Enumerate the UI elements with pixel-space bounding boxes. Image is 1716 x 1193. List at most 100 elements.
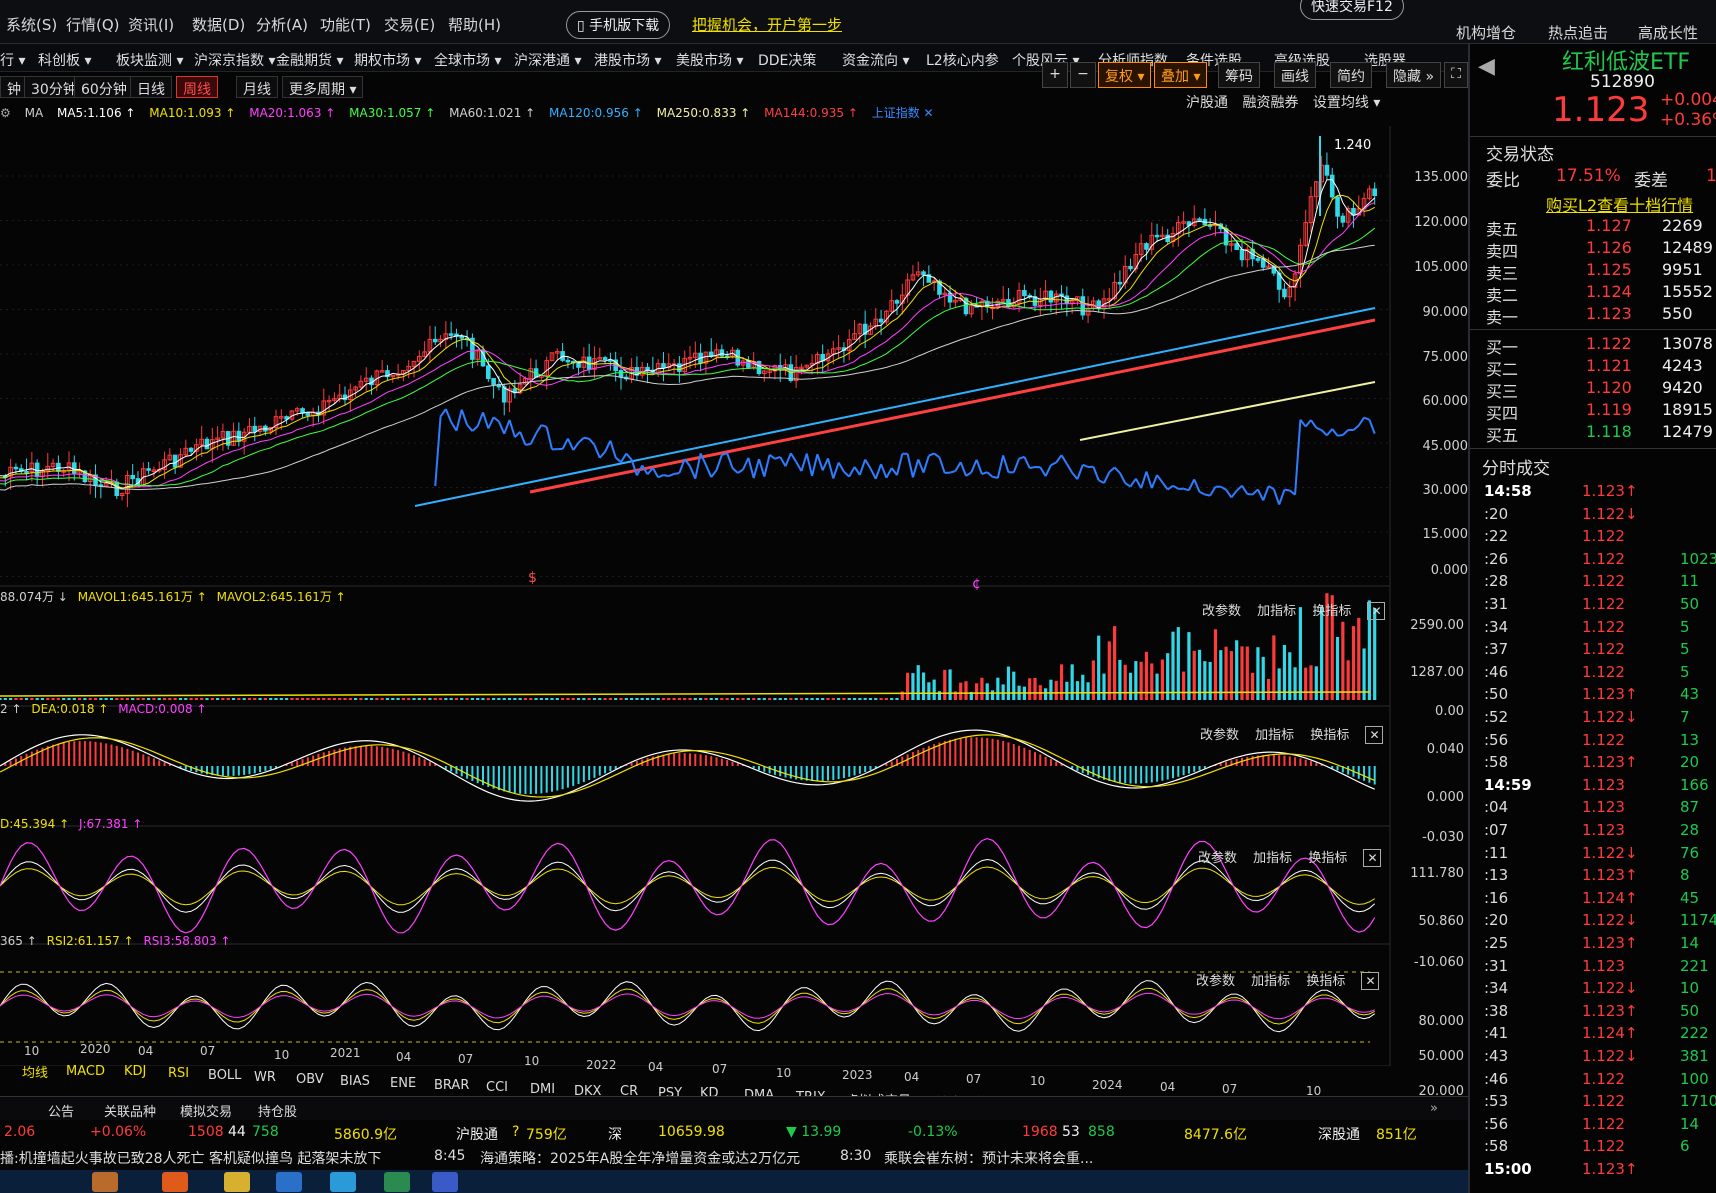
- event-marker-dollar[interactable]: $: [528, 570, 537, 586]
- app-icon[interactable]: [432, 1172, 458, 1192]
- nav-item-sector-monitor[interactable]: 板块监测 ▾: [116, 50, 183, 70]
- event-marker-cent[interactable]: ¢: [972, 576, 981, 592]
- menu-analysis[interactable]: 分析(A): [256, 14, 308, 35]
- collapse-arrow-icon[interactable]: ◀: [1478, 54, 1495, 79]
- quick-trade-button[interactable]: 快速交易F12: [1300, 0, 1404, 20]
- indicator-tab-6[interactable]: OBV: [296, 1072, 324, 1087]
- nav-item-l2[interactable]: L2核心内参: [926, 50, 999, 70]
- edit-params-button[interactable]: 改参数: [1196, 974, 1235, 989]
- nav-item-options[interactable]: 期权市场 ▾: [354, 50, 421, 70]
- app-icon[interactable]: [384, 1172, 410, 1192]
- bid-row[interactable]: 买三 1.120 9420: [1486, 378, 1716, 401]
- fuquan-dropdown[interactable]: 复权 ▾: [1098, 62, 1152, 88]
- add-indicator-button[interactable]: 加指标: [1253, 851, 1292, 866]
- browser-icon[interactable]: [162, 1172, 188, 1192]
- edit-params-button[interactable]: 改参数: [1202, 604, 1241, 619]
- nav-item-hk[interactable]: 港股市场 ▾: [594, 50, 661, 70]
- ask-row[interactable]: 卖四 1.126 12489: [1486, 238, 1716, 261]
- bid-row[interactable]: 买五 1.118 12479: [1486, 422, 1716, 445]
- edit-params-button[interactable]: 改参数: [1198, 851, 1237, 866]
- zoom-out-button[interactable]: −: [1070, 62, 1096, 88]
- app-icon[interactable]: [276, 1172, 302, 1192]
- nav-item-connect[interactable]: 沪深港通 ▾: [514, 50, 581, 70]
- promo-link[interactable]: 把握机会，开户第一步: [692, 14, 842, 35]
- indicator-tab-0[interactable]: 均线: [22, 1062, 48, 1081]
- period-60min[interactable]: 60分钟: [74, 76, 134, 98]
- tab-announcement[interactable]: 公告: [48, 1101, 74, 1120]
- nav-item-us[interactable]: 美股市场 ▾: [676, 50, 743, 70]
- expand-icon[interactable]: »: [1430, 1101, 1438, 1116]
- hgt-link[interactable]: 沪股通: [1186, 95, 1228, 111]
- nav-item-0[interactable]: 行 ▾: [0, 50, 25, 70]
- bid-row[interactable]: 买一 1.122 13078: [1486, 334, 1716, 357]
- indicator-tab-8[interactable]: ENE: [390, 1076, 416, 1091]
- bid-row[interactable]: 买二 1.121 4243: [1486, 356, 1716, 379]
- indicator-tab-7[interactable]: BIAS: [340, 1074, 370, 1089]
- menu-trade[interactable]: 交易(E): [384, 14, 435, 35]
- nav-item-global[interactable]: 全球市场 ▾: [434, 50, 501, 70]
- ask-row[interactable]: 卖五 1.127 2269: [1486, 216, 1716, 239]
- help-icon[interactable]: ?: [512, 1124, 519, 1140]
- indicator-tab-3[interactable]: RSI: [168, 1066, 189, 1081]
- settings-gear-icon[interactable]: ⚙: [0, 106, 11, 120]
- indicator-tab-2[interactable]: KDJ: [124, 1064, 146, 1079]
- ask-row[interactable]: 卖三 1.125 9951: [1486, 260, 1716, 283]
- mobile-download-button[interactable]: ▯ 手机版下载: [566, 11, 671, 39]
- nav-item-futures[interactable]: 金融期货 ▾: [276, 50, 343, 70]
- ticker-news-1[interactable]: 播:机撞墙起火事故已致28人死亡 客机疑似撞鸟 起落架未放下: [0, 1148, 381, 1168]
- menu-system[interactable]: 系统(S): [6, 14, 57, 35]
- indicator-tab-9[interactable]: BRAR: [434, 1078, 469, 1093]
- tab-related[interactable]: 关联品种: [104, 1101, 156, 1120]
- ticker-news-2[interactable]: 海通策略：2025年A股全年净增量资金或达2万亿元: [480, 1148, 800, 1168]
- switch-indicator-button[interactable]: 换指标: [1308, 851, 1347, 866]
- edit-params-button[interactable]: 改参数: [1200, 728, 1239, 743]
- app-icon[interactable]: [330, 1172, 356, 1192]
- hide-button[interactable]: 隐藏 »: [1386, 62, 1442, 88]
- menu-data[interactable]: 数据(D): [192, 14, 245, 35]
- chip-button[interactable]: 筹码: [1218, 62, 1260, 88]
- margin-link[interactable]: 融资融券: [1242, 95, 1298, 111]
- app-icon[interactable]: [92, 1172, 118, 1192]
- close-icon[interactable]: ✕: [1363, 849, 1382, 867]
- menu-news[interactable]: 资讯(I): [128, 14, 174, 35]
- overlay-dropdown[interactable]: 叠加 ▾: [1154, 62, 1208, 88]
- period-monthly[interactable]: 月线: [236, 76, 278, 98]
- menu-hotspot[interactable]: 热点追击: [1548, 22, 1608, 43]
- menu-inst-increase[interactable]: 机构增仓: [1456, 22, 1516, 43]
- menu-quotes[interactable]: 行情(Q): [66, 14, 120, 35]
- switch-indicator-button[interactable]: 换指标: [1312, 604, 1351, 619]
- close-icon[interactable]: ✕: [1361, 972, 1380, 990]
- period-weekly[interactable]: 周线: [176, 76, 218, 98]
- nav-item-star-market[interactable]: 科创板 ▾: [38, 50, 91, 70]
- nav-item-index[interactable]: 沪深京指数 ▾: [194, 50, 275, 70]
- period-daily[interactable]: 日线: [130, 76, 172, 98]
- ask-row[interactable]: 卖一 1.123 550: [1486, 304, 1716, 327]
- indicator-tab-4[interactable]: BOLL: [208, 1068, 241, 1083]
- menu-high-growth[interactable]: 高成长性: [1638, 22, 1698, 43]
- indicator-tab-5[interactable]: WR: [254, 1070, 276, 1085]
- period-more[interactable]: 更多周期 ▾: [282, 76, 364, 98]
- indicator-tab-11[interactable]: DMI: [530, 1082, 555, 1097]
- switch-indicator-button[interactable]: 换指标: [1310, 728, 1349, 743]
- fullscreen-icon[interactable]: ⛶: [1444, 62, 1468, 88]
- overlay-index-tag[interactable]: 上证指数 ✕: [872, 106, 934, 120]
- tab-sim-trade[interactable]: 模拟交易: [180, 1101, 232, 1120]
- nav-item-fund-flow[interactable]: 资金流向 ▾: [842, 50, 909, 70]
- add-indicator-button[interactable]: 加指标: [1257, 604, 1296, 619]
- ask-row[interactable]: 卖二 1.124 15552: [1486, 282, 1716, 305]
- indicator-tab-1[interactable]: MACD: [66, 1064, 105, 1079]
- l2-purchase-link[interactable]: 购买L2查看十档行情: [1546, 192, 1693, 216]
- menu-help[interactable]: 帮助(H): [448, 14, 501, 35]
- folder-icon[interactable]: [224, 1172, 250, 1192]
- draw-line-button[interactable]: 画线: [1274, 62, 1316, 88]
- simple-button[interactable]: 简约: [1330, 62, 1372, 88]
- menu-function[interactable]: 功能(T): [320, 14, 371, 35]
- tab-holdings[interactable]: 持仓股: [258, 1101, 297, 1120]
- add-indicator-button[interactable]: 加指标: [1255, 728, 1294, 743]
- bid-row[interactable]: 买四 1.119 18915: [1486, 400, 1716, 423]
- add-indicator-button[interactable]: 加指标: [1251, 974, 1290, 989]
- switch-indicator-button[interactable]: 换指标: [1306, 974, 1345, 989]
- indicator-tab-10[interactable]: CCI: [486, 1080, 508, 1095]
- nav-item-dde[interactable]: DDE决策: [758, 50, 816, 70]
- ticker-news-3[interactable]: 乘联会崔东树：预计未来将会重...: [884, 1148, 1093, 1168]
